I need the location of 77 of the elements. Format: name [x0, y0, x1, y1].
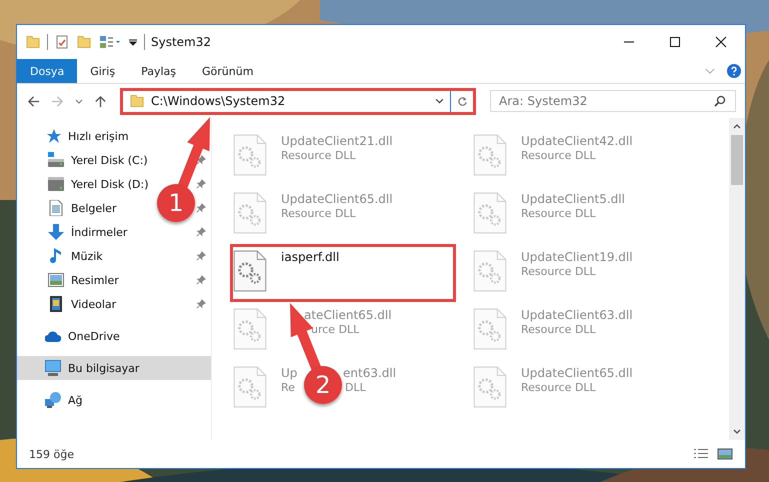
sidebar-item[interactable]: Yerel Disk (C:): [71, 154, 148, 166]
pin-icon[interactable]: [196, 155, 206, 165]
pin-icon[interactable]: [196, 203, 206, 213]
file-name: UpdateClient5.dll: [521, 192, 625, 206]
file-type: Resource DLL: [281, 207, 356, 220]
star-icon: [45, 128, 61, 144]
sidebar-item[interactable]: Videolar: [71, 298, 116, 310]
address-bar[interactable]: C:\Windows\System32: [120, 88, 476, 114]
chevron-down-icon[interactable]: [435, 98, 444, 104]
sidebar-item[interactable]: OneDrive: [68, 330, 120, 342]
scroll-down-icon[interactable]: [733, 429, 741, 434]
sidebar-item[interactable]: Yerel Disk (D:): [71, 178, 149, 190]
pin-icon[interactable]: [196, 251, 206, 261]
address-path: C:\Windows\System32: [151, 94, 286, 108]
customize-dropdown-icon[interactable]: [128, 38, 138, 46]
folder-icon: [129, 94, 145, 108]
file-name: UpdateClient19.dll: [521, 250, 633, 264]
file-type: Resource DLL: [521, 381, 596, 394]
pin-icon[interactable]: [196, 179, 206, 189]
file-type: Resource DLL: [521, 207, 596, 220]
scroll-up-icon[interactable]: [733, 124, 741, 129]
sidebar-item[interactable]: Bu bilgisayar: [68, 362, 140, 374]
download-icon: [48, 224, 64, 240]
item-count: 159 öğe: [29, 448, 74, 460]
file-type: urce DLL: [311, 323, 360, 336]
file-type: Resource DLL: [521, 265, 596, 278]
search-icon: [714, 95, 726, 107]
file-name: UpdateClient65.dll: [281, 192, 393, 206]
file-name: ent63.dll: [343, 366, 396, 380]
drive-windows-icon: [48, 152, 64, 168]
ribbon-tab[interactable]: Görünüm: [189, 59, 266, 83]
file-type: Re: [281, 381, 295, 394]
sidebar-item[interactable]: İndirmeler: [71, 226, 128, 238]
large-icons-view-icon[interactable]: [717, 448, 733, 460]
scrollbar-thumb[interactable]: [731, 135, 743, 185]
drive-icon: [48, 176, 64, 192]
pin-icon[interactable]: [196, 299, 206, 309]
sidebar-item[interactable]: Ağ: [68, 394, 83, 406]
close-icon[interactable]: [715, 36, 727, 48]
refresh-icon[interactable]: [457, 96, 468, 106]
file-name: UpdateClient21.dll: [281, 134, 393, 148]
image-icon: [48, 272, 64, 288]
help-icon[interactable]: [727, 64, 741, 78]
file-name: UpdateClient42.dll: [521, 134, 633, 148]
pin-icon[interactable]: [196, 227, 206, 237]
back-arrow-icon[interactable]: [27, 94, 40, 108]
file-type: DLL: [345, 381, 366, 394]
details-view-icon[interactable]: [693, 448, 709, 460]
document-icon: [48, 200, 64, 216]
window-title: System32: [151, 35, 212, 49]
music-icon: [48, 248, 64, 264]
computer-icon: [45, 360, 61, 376]
checklist-icon[interactable]: [54, 35, 70, 49]
file-type: Resource DLL: [521, 323, 596, 336]
ribbon-tab[interactable]: Paylaş: [128, 59, 189, 83]
search-field[interactable]: Ara: System32: [490, 90, 736, 112]
ribbon-tab[interactable]: Dosya: [17, 59, 78, 83]
network-icon: [45, 392, 61, 408]
file-name: Up: [281, 366, 298, 380]
file-type: Resource DLL: [281, 149, 356, 162]
file-name: iasperf.dll: [281, 250, 340, 264]
file-name: UpdateClient65.dll: [521, 366, 633, 380]
callout-arrow: [178, 117, 210, 188]
recent-dropdown-icon[interactable]: [75, 98, 83, 104]
sidebar-item[interactable]: Resimler: [71, 274, 119, 286]
file-type: Resource DLL: [521, 149, 596, 162]
sidebar-item[interactable]: Müzik: [71, 250, 103, 262]
view-dropdown-icon[interactable]: [98, 35, 122, 49]
pin-icon[interactable]: [196, 275, 206, 285]
maximize-icon[interactable]: [669, 36, 681, 48]
sidebar-item[interactable]: Belgeler: [71, 202, 116, 214]
video-icon: [48, 296, 64, 312]
sidebar-item[interactable]: Hızlı erişim: [68, 130, 129, 142]
file-name: UpdateClient63.dll: [521, 308, 633, 322]
file-name: ateClient65.dll: [304, 308, 392, 322]
ribbon-tab[interactable]: Giriş: [77, 59, 128, 83]
up-arrow-icon[interactable]: [94, 94, 107, 108]
